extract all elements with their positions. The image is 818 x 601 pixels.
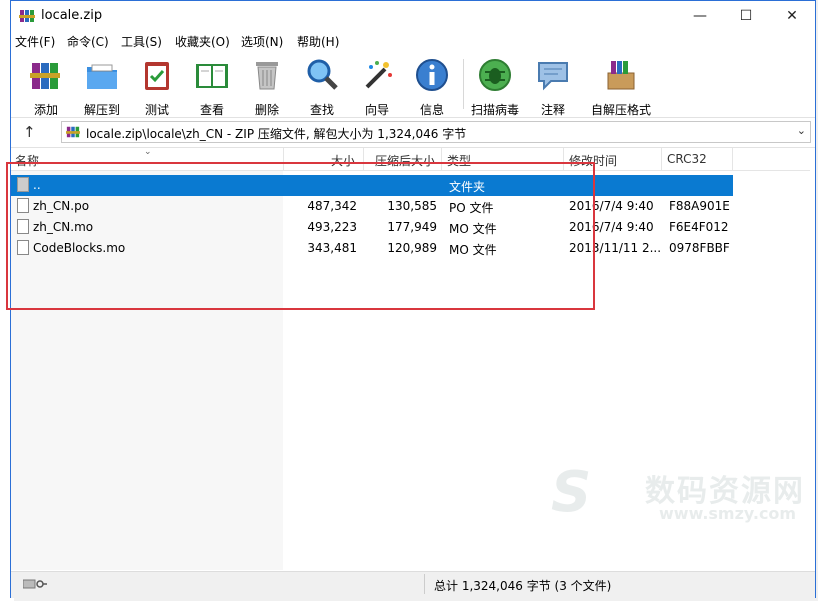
toolbar-find-button[interactable]: 查找 — [294, 55, 350, 117]
close-button[interactable]: ✕ — [769, 1, 815, 31]
column-divider[interactable] — [661, 148, 662, 170]
status-total: 总计 1,324,046 字节 (3 个文件) — [434, 579, 612, 593]
toolbar-sfx-label: 自解压格式 — [590, 103, 651, 117]
cell-crc: 0978FBBF — [669, 241, 730, 255]
books-add-icon — [30, 63, 60, 89]
toolbar-info-button[interactable]: 信息 — [404, 55, 460, 117]
toolbar: 添加 解压到 测试 查看 删除 查找 向导 信息 扫描病毒 注释 自解压格式 — [11, 51, 815, 118]
toolbar-separator — [463, 59, 464, 109]
toolbar-add-button[interactable]: 添加 — [18, 55, 74, 117]
minimize-button[interactable]: — — [677, 1, 723, 31]
minimize-icon: — — [693, 8, 707, 24]
toolbar-view-button[interactable]: 查看 — [184, 55, 240, 117]
toolbar-extract-label: 解压到 — [83, 103, 120, 117]
column-crc[interactable]: CRC32 — [667, 152, 707, 166]
up-folder-button[interactable]: ↑ — [23, 123, 36, 141]
trash-icon — [256, 62, 278, 90]
toolbar-comment-label: 注释 — [540, 103, 565, 117]
cell-crc: F6E4F012 — [669, 220, 729, 234]
drive-key-icon — [23, 579, 47, 589]
arrow-up-icon: ↑ — [23, 123, 36, 141]
menu-bar: 文件(F) 命令(C) 工具(S) 收藏夹(O) 选项(N) 帮助(H) — [11, 31, 815, 51]
highlight-box — [6, 162, 595, 310]
title-bar: locale.zip — ☐ ✕ — [11, 1, 815, 31]
address-text: locale.zip\locale\zh_CN - ZIP 压缩文件, 解包大小… — [86, 127, 467, 141]
sort-indicator-icon: ⌄ — [144, 147, 152, 157]
wand-icon — [365, 61, 392, 89]
close-icon: ✕ — [786, 8, 798, 24]
maximize-button[interactable]: ☐ — [723, 1, 769, 31]
toolbar-view-label: 查看 — [199, 103, 224, 117]
toolbar-info-label: 信息 — [419, 103, 444, 117]
address-bar: ↑ locale.zip\locale\zh_CN - ZIP 压缩文件, 解包… — [11, 118, 815, 148]
cell-crc: F88A901E — [669, 199, 730, 213]
column-divider[interactable] — [732, 148, 733, 170]
toolbar-test-button[interactable]: 测试 — [129, 55, 185, 117]
window-title: locale.zip — [41, 8, 103, 23]
status-bar: 总计 1,324,046 字节 (3 个文件) — [11, 571, 815, 598]
toolbar-add-label: 添加 — [33, 103, 58, 117]
book-view-icon — [196, 64, 228, 88]
magnifier-icon — [307, 59, 338, 90]
menu-favorites[interactable]: 收藏夹(O) — [175, 33, 230, 50]
toolbar-extract-button[interactable]: 解压到 — [74, 55, 130, 117]
menu-file[interactable]: 文件(F) — [15, 33, 55, 50]
winrar-app-icon — [19, 10, 35, 22]
toolbar-wizard-button[interactable]: 向导 — [349, 55, 405, 117]
toolbar-sfx-button[interactable]: 自解压格式 — [589, 55, 653, 117]
archive-icon — [66, 126, 80, 138]
menu-help[interactable]: 帮助(H) — [297, 33, 339, 50]
toolbar-scan-button[interactable]: 扫描病毒 — [467, 55, 523, 117]
maximize-icon: ☐ — [739, 8, 753, 24]
toolbar-find-label: 查找 — [309, 103, 334, 117]
info-icon — [416, 59, 448, 91]
menu-options[interactable]: 选项(N) — [241, 33, 283, 50]
toolbar-wizard-label: 向导 — [364, 103, 389, 117]
toolbar-delete-label: 删除 — [254, 103, 279, 117]
toolbar-delete-button[interactable]: 删除 — [239, 55, 295, 117]
folder-extract-icon — [87, 64, 117, 89]
toolbar-comment-button[interactable]: 注释 — [525, 55, 581, 117]
status-divider — [424, 574, 425, 594]
comment-icon — [538, 62, 568, 91]
clipboard-test-icon — [145, 62, 169, 90]
bug-scan-icon — [479, 59, 511, 91]
watermark-logo: S — [551, 460, 592, 525]
menu-commands[interactable]: 命令(C) — [67, 33, 109, 50]
watermark-url: www.smzy.com — [659, 504, 797, 523]
address-field[interactable]: locale.zip\locale\zh_CN - ZIP 压缩文件, 解包大小… — [61, 121, 811, 143]
watermark: S 数码资源网 www.smzy.com — [551, 460, 811, 530]
toolbar-scan-label: 扫描病毒 — [470, 103, 519, 117]
chevron-down-icon[interactable]: ⌄ — [797, 124, 806, 137]
menu-tools[interactable]: 工具(S) — [121, 33, 162, 50]
toolbar-test-label: 测试 — [144, 103, 169, 117]
sfx-box-icon — [607, 61, 635, 90]
